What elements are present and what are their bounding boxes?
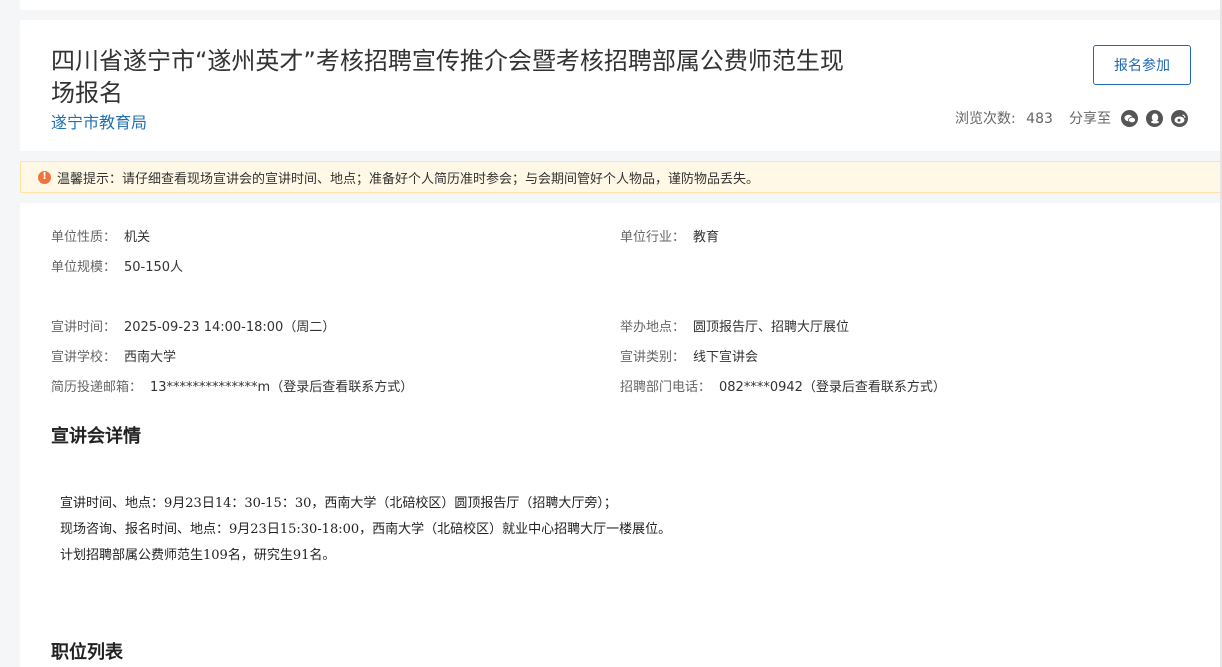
resume-email-value: 13**************m（登录后查看联系方式） — [150, 380, 414, 395]
detail-line-2: 现场咨询、报名时间、地点：9月23日15:30-18:00，西南大学（北碚校区）… — [60, 522, 672, 537]
top-strip — [20, 0, 1220, 10]
event-school: 宣讲学校： 西南大学 — [51, 349, 176, 367]
weibo-icon[interactable] — [1171, 110, 1188, 127]
event-time: 宣讲时间： 2025-09-23 14:00-18:00（周二） — [51, 319, 335, 337]
unit-scale-value: 50-150人 — [124, 260, 184, 275]
recruit-phone: 招聘部门电话： 082****0942（登录后查看联系方式） — [620, 379, 946, 397]
unit-nature-label: 单位性质： — [51, 230, 117, 245]
organization-link[interactable]: 遂宁市教育局 — [51, 112, 147, 134]
header-card: 四川省遂宁市“遂州英才”考核招聘宣传推介会暨考核招聘部属公费师范生现场报名 遂宁… — [20, 20, 1220, 151]
unit-industry-value: 教育 — [693, 230, 720, 245]
unit-scale: 单位规模： 50-150人 — [51, 259, 183, 277]
resume-email-label: 简历投递邮箱： — [51, 380, 143, 395]
unit-nature-value: 机关 — [124, 230, 151, 245]
event-time-value: 2025-09-23 14:00-18:00（周二） — [124, 320, 336, 335]
signup-button[interactable]: 报名参加 — [1093, 45, 1191, 85]
detail-line-1: 宣讲时间、地点：9月23日14：30-15：30，西南大学（北碚校区）圆顶报告厅… — [60, 496, 617, 511]
view-count: 浏览次数: 483 — [955, 109, 1053, 129]
page-title: 四川省遂宁市“遂州英才”考核招聘宣传推介会暨考核招聘部属公费师范生现场报名 — [51, 47, 844, 107]
wechat-glyph — [1124, 114, 1136, 123]
unit-scale-label: 单位规模： — [51, 260, 117, 275]
details-title: 宣讲会详情 — [51, 426, 141, 447]
view-count-value: 483 — [1026, 111, 1053, 127]
event-time-label: 宣讲时间： — [51, 320, 117, 335]
notice-text: 温馨提示：请仔细查看现场宣讲会的宣讲时间、地点；准备好个人简历准时参会；与会期间… — [57, 171, 760, 187]
event-type: 宣讲类别： 线下宣讲会 — [620, 349, 758, 367]
event-venue: 举办地点： 圆顶报告厅、招聘大厅展位 — [620, 319, 849, 337]
weibo-glyph — [1174, 114, 1185, 123]
detail-line-3: 计划招聘部属公费师范生109名，研究生91名。 — [60, 548, 336, 563]
unit-industry-label: 单位行业： — [620, 230, 686, 245]
unit-industry: 单位行业： 教育 — [620, 229, 719, 247]
event-school-label: 宣讲学校： — [51, 350, 117, 365]
view-count-label: 浏览次数: — [955, 111, 1016, 127]
event-venue-label: 举办地点： — [620, 320, 686, 335]
qq-glyph — [1150, 113, 1159, 124]
wechat-icon[interactable] — [1121, 110, 1138, 127]
recruit-phone-label: 招聘部门电话： — [620, 380, 712, 395]
warning-icon: ! — [38, 170, 51, 184]
notice-banner: ! 温馨提示：请仔细查看现场宣讲会的宣讲时间、地点；准备好个人简历准时参会；与会… — [20, 161, 1221, 193]
event-type-value: 线下宣讲会 — [693, 350, 759, 365]
unit-nature: 单位性质： 机关 — [51, 229, 150, 247]
event-school-value: 西南大学 — [124, 350, 177, 365]
resume-email: 简历投递邮箱： 13**************m（登录后查看联系方式） — [51, 379, 413, 397]
share-icons — [1121, 110, 1188, 127]
qq-icon[interactable] — [1146, 110, 1163, 127]
positions-title: 职位列表 — [51, 642, 123, 663]
main-card: 单位性质： 机关 单位行业： 教育 单位规模： 50-150人 宣讲时间： 2025-0… — [20, 203, 1220, 667]
recruit-phone-value: 082****0942（登录后查看联系方式） — [719, 380, 946, 395]
event-type-label: 宣讲类别： — [620, 350, 686, 365]
event-venue-value: 圆顶报告厅、招聘大厅展位 — [693, 320, 850, 335]
share-label: 分享至 — [1069, 111, 1111, 127]
